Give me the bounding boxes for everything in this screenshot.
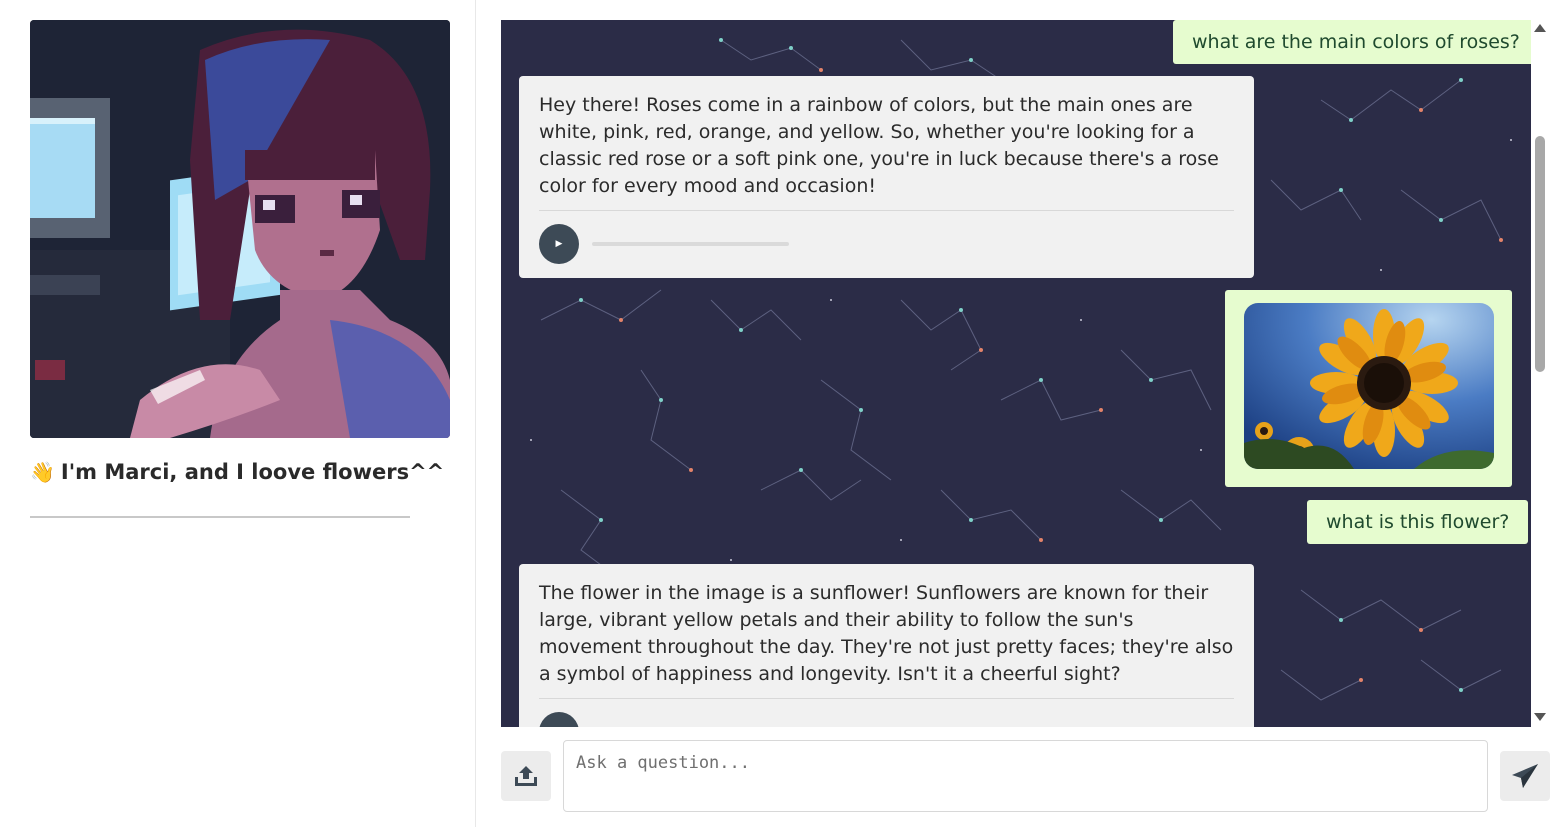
profile-panel: 👋 I'm Marci, and I loove flowers^^: [0, 0, 476, 827]
audio-player: ▶: [539, 698, 1234, 727]
audio-player: ▶: [539, 210, 1234, 278]
audio-progress-track[interactable]: [592, 242, 789, 246]
assistant-message: The flower in the image is a sunflower! …: [519, 564, 1254, 727]
greeting-text: I'm Marci, and I loove flowers^^: [60, 460, 445, 484]
assistant-message: Hey there! Roses come in a rainbow of co…: [519, 76, 1254, 278]
upload-icon: [515, 766, 537, 786]
scroll-down-arrow-icon[interactable]: [1534, 713, 1546, 721]
send-button[interactable]: [1500, 751, 1550, 801]
user-message-text: what is this flower?: [1326, 511, 1510, 533]
user-image-message: [1225, 290, 1512, 487]
user-message: what is this flower?: [1307, 500, 1529, 544]
user-message: what are the main colors of roses?: [1173, 20, 1531, 64]
sunflower-photo[interactable]: [1244, 303, 1494, 469]
scrollbar-thumb[interactable]: [1535, 136, 1545, 372]
avatar: [30, 20, 450, 438]
assistant-message-text: Hey there! Roses come in a rainbow of co…: [539, 94, 1219, 197]
pixel-art-girl-avatar: [30, 20, 450, 438]
chat-scrollbar[interactable]: [1531, 20, 1551, 727]
play-icon[interactable]: ▶: [539, 224, 579, 264]
chat-area[interactable]: what are the main colors of roses? Hey t…: [501, 20, 1531, 727]
waving-hand-icon: 👋: [30, 460, 55, 484]
divider: [30, 516, 410, 518]
assistant-message-text: The flower in the image is a sunflower! …: [539, 582, 1234, 685]
question-input[interactable]: [563, 740, 1488, 812]
send-icon: [1512, 764, 1538, 788]
upload-button[interactable]: [501, 751, 551, 801]
play-icon[interactable]: ▶: [539, 712, 579, 727]
user-message-text: what are the main colors of roses?: [1192, 31, 1520, 53]
scroll-up-arrow-icon[interactable]: [1534, 24, 1546, 32]
greeting: 👋 I'm Marci, and I loove flowers^^: [30, 460, 470, 484]
